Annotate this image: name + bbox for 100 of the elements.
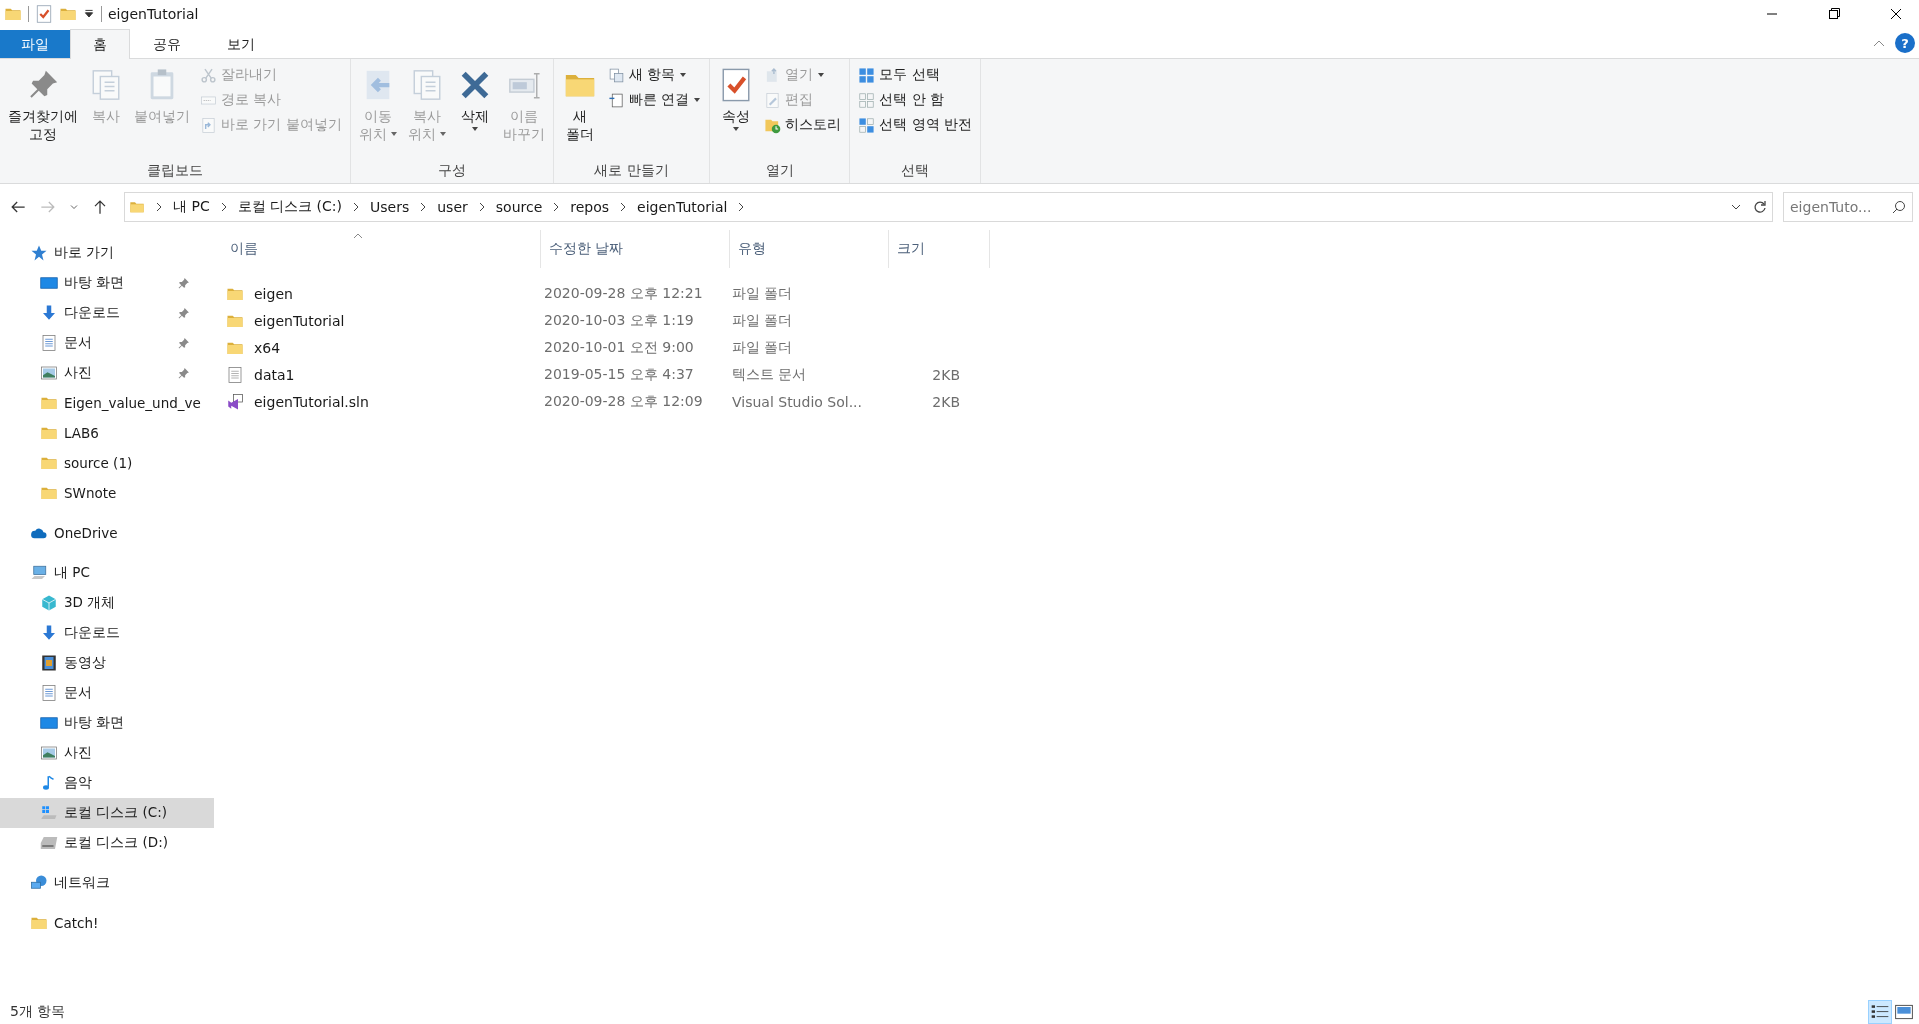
table-cell: 2020-09-28 오후 12:21 bbox=[544, 284, 703, 303]
ribbon-button[interactable]: 즐겨찾기에 고정 bbox=[4, 63, 82, 159]
edit-icon bbox=[764, 91, 782, 109]
nav-item[interactable]: 사진 bbox=[0, 738, 214, 768]
group-label: 클립보드 bbox=[145, 161, 204, 180]
file-name[interactable]: eigen bbox=[254, 285, 293, 302]
table-cell: 2020-09-28 오후 12:09 bbox=[544, 392, 703, 411]
column-header[interactable]: 유형 bbox=[730, 230, 889, 268]
chevron-icon[interactable] bbox=[219, 201, 228, 213]
image-icon bbox=[40, 744, 58, 762]
pin-icon[interactable] bbox=[177, 366, 190, 380]
file-name[interactable]: data1 bbox=[254, 366, 295, 383]
drive-icon bbox=[40, 834, 58, 852]
customize-caret-icon[interactable] bbox=[83, 8, 95, 20]
refresh-icon[interactable] bbox=[1752, 199, 1768, 215]
nav-item[interactable]: 로컬 디스크 (D:) bbox=[0, 828, 214, 858]
ribbon-button[interactable]: 히스토리 bbox=[760, 113, 846, 137]
address-bar[interactable]: 내 PC 로컬 디스크 (C:) Users user source repos eigenTutorial bbox=[124, 192, 1773, 222]
ribbon-button[interactable]: 선택 안 함 bbox=[854, 88, 977, 112]
properties-icon[interactable] bbox=[35, 5, 53, 23]
nav-item[interactable]: 3D 개체 bbox=[0, 588, 214, 618]
file-name[interactable]: x64 bbox=[254, 339, 281, 356]
ribbon-tab[interactable]: 공유 bbox=[130, 30, 204, 58]
file-name[interactable]: eigenTutorial bbox=[254, 312, 345, 329]
ribbon-button[interactable]: 모두 선택 bbox=[854, 63, 977, 87]
document-icon bbox=[40, 334, 58, 352]
column-header[interactable]: 크기 bbox=[889, 230, 990, 268]
chevron-icon[interactable] bbox=[419, 201, 428, 213]
nav-item[interactable]: 네트워크 bbox=[0, 868, 214, 898]
ribbon-tab[interactable]: 보기 bbox=[204, 30, 278, 58]
pin-icon[interactable] bbox=[177, 276, 190, 290]
nav-item[interactable]: SWnote bbox=[0, 478, 214, 508]
quick-link-icon bbox=[607, 91, 625, 109]
breadcrumb[interactable]: 내 PC bbox=[173, 198, 210, 216]
window-title: eigenTutorial bbox=[108, 6, 199, 22]
pin-icon[interactable] bbox=[177, 306, 190, 320]
caret-icon bbox=[470, 125, 479, 133]
breadcrumb[interactable]: user bbox=[437, 199, 468, 215]
search-field[interactable]: eigenTuto... bbox=[1783, 192, 1913, 222]
ribbon-button[interactable]: 선택 영역 반전 bbox=[854, 113, 977, 137]
nav-item[interactable]: 바탕 화면 bbox=[0, 268, 214, 298]
nav-item[interactable]: Eigen_value_und_ve bbox=[0, 388, 214, 418]
ribbon-button[interactable]: 새 항목 bbox=[603, 63, 706, 87]
grid-icon bbox=[858, 91, 876, 109]
nav-item[interactable]: 다운로드 bbox=[0, 618, 214, 648]
nav-item[interactable]: 문서 bbox=[0, 328, 214, 358]
nav-item[interactable]: 사진 bbox=[0, 358, 214, 388]
column-header[interactable]: 수정한 날짜 bbox=[541, 230, 730, 268]
table-cell: 2019-05-15 오후 4:37 bbox=[544, 365, 694, 384]
chevron-icon[interactable] bbox=[352, 201, 360, 213]
nav-item[interactable]: 로컬 디스크 (C:) bbox=[0, 798, 214, 828]
nav-item[interactable]: 바로 가기 bbox=[0, 238, 214, 268]
table-cell: 2020-10-01 오전 9:00 bbox=[544, 338, 694, 357]
ribbon-button[interactable]: 삭제 bbox=[452, 63, 497, 159]
caret-icon bbox=[438, 130, 447, 138]
nav-item[interactable]: 내 PC bbox=[0, 558, 214, 588]
table-cell: 텍스트 문서 bbox=[732, 365, 807, 384]
download-icon bbox=[40, 304, 58, 322]
details-view-icon[interactable] bbox=[1869, 1001, 1891, 1023]
chevron-icon[interactable] bbox=[155, 201, 163, 213]
breadcrumb[interactable]: 로컬 디스크 (C:) bbox=[237, 198, 342, 216]
monitor-icon bbox=[40, 714, 58, 732]
group-label: 열기 bbox=[764, 161, 795, 180]
film-icon bbox=[40, 654, 58, 672]
help-button[interactable]: ? bbox=[1895, 33, 1915, 53]
breadcrumb[interactable]: Users bbox=[370, 199, 410, 215]
nav-item[interactable]: source (1) bbox=[0, 448, 214, 478]
column-header[interactable]: 이름 bbox=[222, 230, 541, 268]
chevron-icon[interactable] bbox=[619, 201, 628, 213]
nav-item[interactable]: 문서 bbox=[0, 678, 214, 708]
ribbon-tab[interactable]: 홈 bbox=[70, 29, 130, 59]
caret-icon bbox=[679, 71, 688, 79]
file-name[interactable]: eigenTutorial.sln bbox=[254, 393, 369, 410]
table-cell: 파일 폴더 bbox=[732, 284, 793, 303]
nav-item[interactable]: Catch! bbox=[0, 908, 214, 938]
nav-item[interactable]: 다운로드 bbox=[0, 298, 214, 328]
ribbon-button[interactable]: 속성 bbox=[714, 63, 759, 159]
nav-item[interactable]: OneDrive bbox=[0, 518, 214, 548]
nav-item[interactable]: 바탕 화면 bbox=[0, 708, 214, 738]
chevron-icon[interactable] bbox=[477, 201, 486, 213]
ribbon-tab[interactable]: 파일 bbox=[0, 30, 70, 58]
chevron-icon[interactable] bbox=[737, 201, 746, 213]
image-icon bbox=[40, 364, 58, 382]
new-item-icon bbox=[607, 66, 625, 84]
grid-icon bbox=[858, 116, 876, 134]
scissors-icon bbox=[200, 66, 217, 84]
breadcrumb[interactable]: repos bbox=[570, 199, 610, 215]
ribbon-button[interactable]: 새 폴더 bbox=[557, 63, 602, 159]
status-text: 5개 항목 bbox=[10, 1003, 66, 1021]
nav-item[interactable]: LAB6 bbox=[0, 418, 214, 448]
grid-icon bbox=[858, 66, 876, 84]
ribbon-button[interactable]: 빠른 연결 bbox=[603, 88, 706, 112]
nav-item[interactable]: 동영상 bbox=[0, 648, 214, 678]
chevron-icon[interactable] bbox=[552, 201, 561, 213]
pin-icon[interactable] bbox=[177, 336, 190, 350]
caret-icon bbox=[732, 125, 741, 133]
nav-item[interactable]: 음악 bbox=[0, 768, 214, 798]
breadcrumb[interactable]: source bbox=[495, 199, 543, 215]
network-icon bbox=[30, 874, 48, 892]
breadcrumb[interactable]: eigenTutorial bbox=[637, 199, 728, 215]
